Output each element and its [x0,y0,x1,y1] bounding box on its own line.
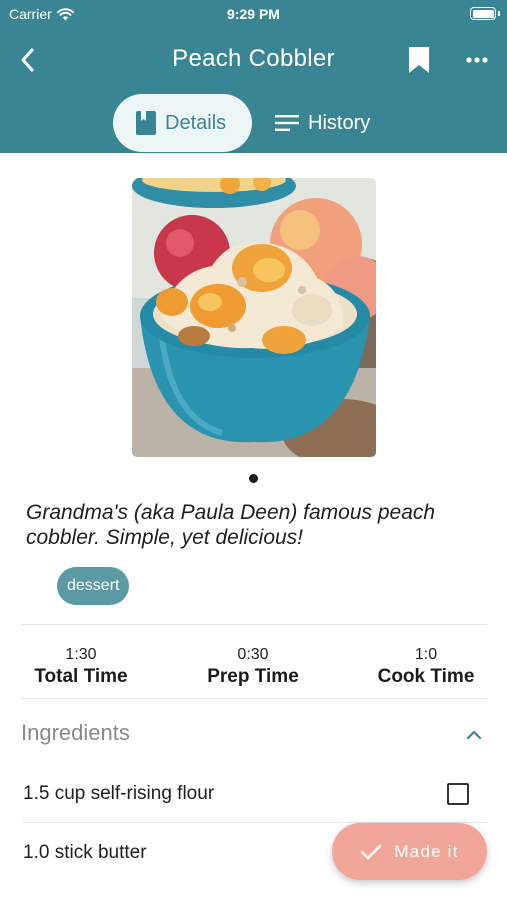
more-options-button[interactable] [459,43,495,77]
made-it-button[interactable]: Made it [332,823,487,880]
prep-time: 0:30 Prep Time [201,645,305,689]
tab-history-label: History [308,111,371,134]
bookmark-icon [409,47,429,73]
tag-chip-dessert[interactable]: dessert [57,567,130,605]
check-icon [361,844,382,859]
tab-details[interactable]: Details [113,94,252,152]
photo-pager-dot [249,474,258,483]
prep-time-label: Prep Time [207,666,299,687]
more-horizontal-icon [466,57,488,63]
status-time: 9:29 PM [227,6,280,22]
total-time-value: 1:30 [65,646,97,663]
battery-level [472,9,494,18]
made-it-label: Made it [394,841,459,861]
bookmark-button[interactable] [402,43,436,77]
divider [21,698,487,699]
app-header: Carrier 9:29 PM Peach Cobbler Details Hi… [0,0,507,153]
cook-time: 1:0 Cook Time [372,645,480,689]
status-bar: Carrier 9:29 PM [0,0,507,28]
battery-icon [470,7,500,20]
divider [21,624,487,625]
tab-details-label: Details [165,111,227,134]
recipe-photo[interactable] [132,178,376,457]
total-time-label: Total Time [34,666,128,687]
total-time: 1:30 Total Time [31,645,131,689]
cook-time-label: Cook Time [377,666,475,687]
list-icon [275,115,299,131]
ingredient-item: 1.0 stick butter [23,842,147,863]
prep-time-value: 0:30 [237,646,269,663]
ingredient-item: 1.5 cup self-rising flour [23,783,215,804]
cook-time-value: 1:0 [414,646,438,663]
tab-bar: Details History [0,94,507,152]
ingredient-checkbox[interactable] [447,783,469,805]
recipe-description: Grandma's (aka Paula Deen) famous peach … [26,501,436,549]
chevron-up-icon [466,730,482,740]
book-icon [136,111,156,135]
tab-history[interactable]: History [273,94,393,152]
ingredients-heading: Ingredients [21,720,130,745]
navigation-bar: Peach Cobbler [0,36,507,84]
peach-cobbler-image [132,178,376,457]
ingredients-collapse-button[interactable] [462,723,486,747]
